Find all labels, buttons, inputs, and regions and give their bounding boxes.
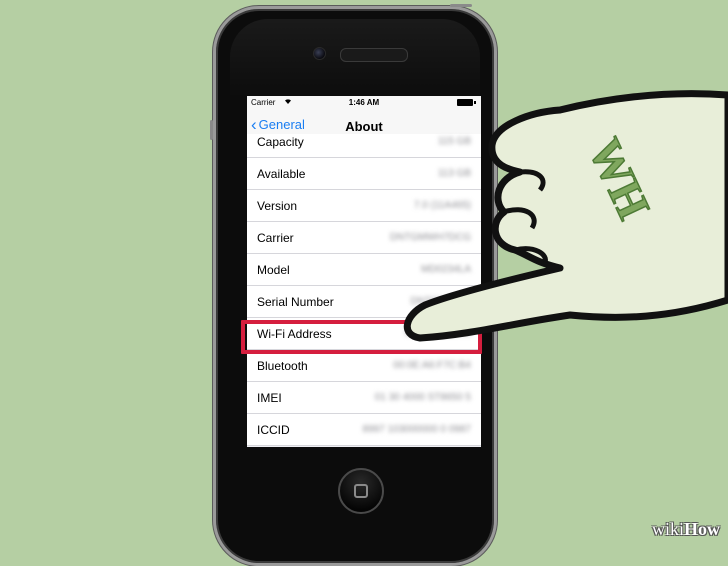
- home-square-icon: [354, 484, 368, 498]
- watermark-how: How: [684, 519, 720, 539]
- row-value: 00:0E:A6:F7C:B4: [393, 360, 471, 371]
- volume-button: [210, 120, 213, 140]
- row-label: Version: [257, 199, 298, 213]
- about-list: Capacity 115 GB Available 113 GB Version…: [247, 134, 481, 446]
- status-bar: Carrier 1:46 AM: [247, 96, 481, 110]
- row-value: 8997 103000000 0 0987: [362, 424, 471, 435]
- list-item-model[interactable]: Model MD0234LA: [247, 254, 481, 286]
- row-value: MD0234LA: [420, 264, 471, 275]
- phone-screen: Carrier 1:46 AM ‹ General About Capacity…: [247, 96, 481, 447]
- front-camera-icon: [313, 47, 326, 60]
- finger-crease-3: [514, 246, 548, 263]
- power-button: [450, 4, 472, 7]
- finger-crease-1: [519, 169, 546, 192]
- list-item-imei[interactable]: IMEI 01 30 4000 ST8650 5: [247, 382, 481, 414]
- row-value: 113 GB: [437, 168, 471, 179]
- page-title: About: [345, 119, 383, 134]
- list-item-version[interactable]: Version 7.0 (11A465): [247, 190, 481, 222]
- row-label: ICCID: [257, 423, 290, 437]
- row-label: IMEI: [257, 391, 282, 405]
- list-item-available[interactable]: Available 113 GB: [247, 158, 481, 190]
- status-time: 1:46 AM: [348, 98, 380, 107]
- wikihow-watermark: wikiHow: [652, 519, 720, 540]
- list-item-iccid[interactable]: ICCID 8997 103000000 0 0987: [247, 414, 481, 446]
- row-label: Carrier: [257, 231, 294, 245]
- wifi-address-highlight-box: [241, 320, 482, 354]
- row-label: Model: [257, 263, 290, 277]
- row-label: Capacity: [257, 135, 304, 149]
- battery-icon: [457, 99, 476, 106]
- finger-crease-2: [503, 207, 537, 230]
- row-label: Available: [257, 167, 306, 181]
- list-item-serial-number[interactable]: Serial Number DNTGMWHC: [247, 286, 481, 318]
- list-item-bluetooth[interactable]: Bluetooth 00:0E:A6:F7C:B4: [247, 350, 481, 382]
- list-item-capacity[interactable]: Capacity 115 GB: [247, 134, 481, 158]
- row-label: Bluetooth: [257, 359, 308, 373]
- row-label: Serial Number: [257, 295, 334, 309]
- list-item-carrier[interactable]: Carrier DNTGMWH7DCG: [247, 222, 481, 254]
- row-value: DNTGMWH7DCG: [389, 232, 471, 243]
- row-value: 01 30 4000 ST8650 5: [374, 392, 471, 403]
- watermark-wiki: wiki: [651, 519, 684, 539]
- hand-initials: WH: [579, 131, 660, 227]
- row-value: 115 GB: [437, 136, 471, 147]
- row-value: 7.0 (11A465): [413, 200, 471, 211]
- row-value: DNTGMWHC: [410, 296, 471, 307]
- earpiece-speaker: [340, 48, 408, 62]
- home-button[interactable]: [338, 468, 384, 514]
